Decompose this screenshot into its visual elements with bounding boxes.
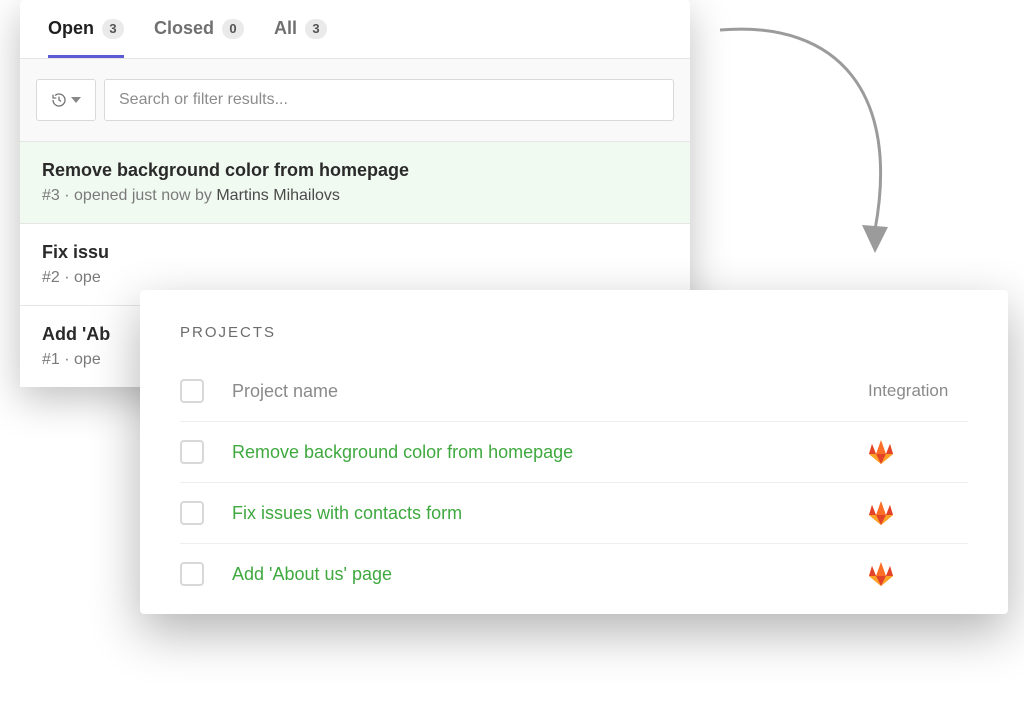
- issue-ref: #1: [42, 351, 60, 368]
- issue-ref: #2: [42, 269, 60, 286]
- projects-panel: PROJECTS Project name Integration Remove…: [140, 290, 1008, 614]
- gitlab-icon: [868, 501, 894, 525]
- project-row[interactable]: Add 'About us' page: [180, 544, 968, 604]
- project-name[interactable]: Add 'About us' page: [232, 564, 840, 585]
- tab-open-count: 3: [102, 19, 124, 39]
- issue-ref: #3: [42, 187, 60, 204]
- tab-open-label: Open: [48, 18, 94, 39]
- issue-meta-prefix: opened just now by: [74, 187, 212, 204]
- projects-table-header: Project name Integration: [180, 361, 968, 422]
- gitlab-icon: [868, 562, 894, 586]
- select-all-checkbox[interactable]: [180, 379, 204, 403]
- history-dropdown-button[interactable]: [36, 79, 96, 121]
- column-integration: Integration: [868, 381, 968, 401]
- column-project-name: Project name: [232, 381, 840, 402]
- issue-meta: #3 · opened just now by Martins Mihailov…: [42, 187, 668, 205]
- row-checkbox[interactable]: [180, 440, 204, 464]
- tab-closed-label: Closed: [154, 18, 214, 39]
- tab-all-label: All: [274, 18, 297, 39]
- project-name[interactable]: Remove background color from homepage: [232, 442, 840, 463]
- tab-closed[interactable]: Closed 0: [154, 18, 244, 58]
- projects-table: Project name Integration Remove backgrou…: [180, 361, 968, 604]
- project-name[interactable]: Fix issues with contacts form: [232, 503, 840, 524]
- issue-meta: #2 · ope: [42, 269, 668, 287]
- history-icon: [51, 92, 67, 108]
- search-bar: [20, 59, 690, 142]
- tab-open[interactable]: Open 3: [48, 18, 124, 58]
- integration-cell: [868, 562, 968, 586]
- row-checkbox[interactable]: [180, 562, 204, 586]
- tab-closed-count: 0: [222, 19, 244, 39]
- issue-title: Remove background color from homepage: [42, 160, 668, 181]
- integration-cell: [868, 501, 968, 525]
- arrow-icon: [700, 5, 930, 275]
- projects-heading: PROJECTS: [180, 324, 968, 341]
- search-input[interactable]: [104, 79, 674, 121]
- tab-all-count: 3: [305, 19, 327, 39]
- issue-title: Fix issu: [42, 242, 668, 263]
- project-row[interactable]: Fix issues with contacts form: [180, 483, 968, 544]
- integration-cell: [868, 440, 968, 464]
- gitlab-icon: [868, 440, 894, 464]
- tab-all[interactable]: All 3: [274, 18, 327, 58]
- row-checkbox[interactable]: [180, 501, 204, 525]
- issue-meta-prefix: ope: [74, 269, 101, 286]
- chevron-down-icon: [71, 97, 81, 103]
- issue-meta-prefix: ope: [74, 351, 101, 368]
- project-row[interactable]: Remove background color from homepage: [180, 422, 968, 483]
- issue-row[interactable]: Remove background color from homepage #3…: [20, 142, 690, 224]
- issue-tabs: Open 3 Closed 0 All 3: [20, 0, 690, 59]
- issue-author: Martins Mihailovs: [216, 187, 340, 204]
